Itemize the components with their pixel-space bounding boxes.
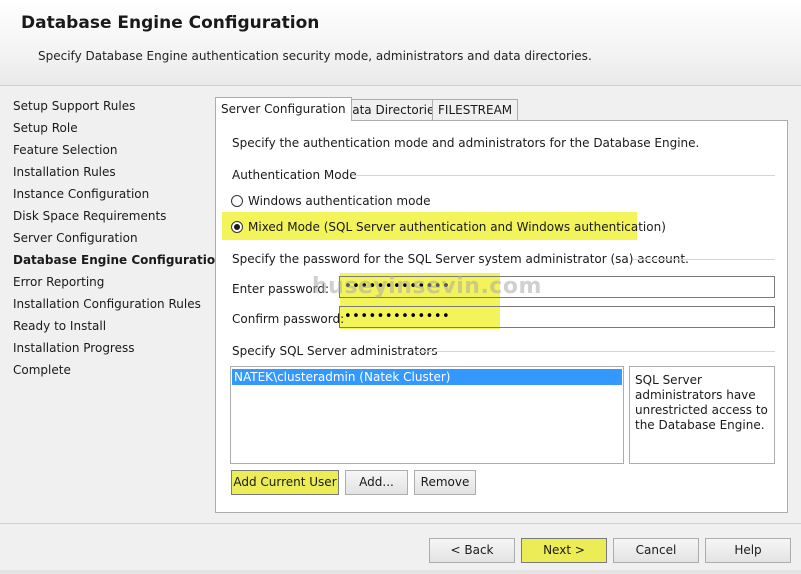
- nav-step-setup-role[interactable]: Setup Role: [13, 121, 78, 135]
- nav-step-ready-to-install[interactable]: Ready to Install: [13, 319, 106, 333]
- authentication-mode-group-label: Authentication Mode: [232, 168, 357, 182]
- administrators-list[interactable]: NATEK\clusteradmin (Natek Cluster): [230, 366, 624, 464]
- page-title: Database Engine Configuration: [21, 13, 320, 33]
- mixed-mode-radio[interactable]: [231, 221, 243, 233]
- cancel-button[interactable]: Cancel: [613, 538, 699, 563]
- confirm-password-label: Confirm password:: [232, 312, 345, 326]
- administrators-info-text: SQL Server administrators have unrestric…: [629, 366, 775, 464]
- tab-data-directories[interactable]: Data Directories: [337, 99, 447, 121]
- confirm-password-value: •••••••••••••: [344, 309, 451, 324]
- nav-step-server-configuration[interactable]: Server Configuration: [13, 231, 138, 245]
- next-button[interactable]: Next >: [521, 538, 607, 563]
- windows-auth-label[interactable]: Windows authentication mode: [248, 194, 430, 208]
- nav-step-installation-configuration-rules[interactable]: Installation Configuration Rules: [13, 297, 201, 311]
- nav-step-disk-space[interactable]: Disk Space Requirements: [13, 209, 166, 223]
- wizard-steps-nav: Setup Support Rules Setup Role Feature S…: [0, 87, 224, 523]
- window-bottom-edge: [0, 570, 801, 574]
- nav-step-installation-progress[interactable]: Installation Progress: [13, 341, 135, 355]
- nav-step-complete[interactable]: Complete: [13, 363, 71, 377]
- nav-step-installation-rules[interactable]: Installation Rules: [13, 165, 116, 179]
- nav-step-setup-support-rules[interactable]: Setup Support Rules: [13, 99, 135, 113]
- nav-step-feature-selection[interactable]: Feature Selection: [13, 143, 117, 157]
- nav-step-database-engine-configuration[interactable]: Database Engine Configuration: [13, 253, 224, 267]
- tab-filestream[interactable]: FILESTREAM: [432, 99, 519, 121]
- help-button[interactable]: Help: [705, 538, 791, 563]
- footer-divider: [0, 523, 801, 524]
- group-divider: [633, 259, 775, 260]
- add-current-user-button[interactable]: Add Current User: [231, 470, 339, 495]
- group-divider: [352, 175, 775, 176]
- panel-intro-text: Specify the authentication mode and admi…: [232, 136, 700, 150]
- page-header: Database Engine Configuration Specify Da…: [0, 0, 801, 86]
- group-divider: [415, 351, 775, 352]
- remove-button[interactable]: Remove: [414, 470, 476, 495]
- tab-server-configuration[interactable]: Server Configuration: [215, 97, 352, 121]
- list-item[interactable]: NATEK\clusteradmin (Natek Cluster): [232, 369, 622, 385]
- mixed-mode-label[interactable]: Mixed Mode (SQL Server authentication an…: [248, 220, 666, 234]
- watermark-text: huseyinsevin.com: [312, 274, 542, 299]
- sa-password-instructions: Specify the password for the SQL Server …: [232, 252, 689, 266]
- nav-step-error-reporting[interactable]: Error Reporting: [13, 275, 104, 289]
- nav-step-instance-configuration[interactable]: Instance Configuration: [13, 187, 149, 201]
- admins-group-label: Specify SQL Server administrators: [232, 344, 438, 358]
- windows-auth-radio[interactable]: [231, 195, 243, 207]
- add-button[interactable]: Add...: [345, 470, 408, 495]
- back-button[interactable]: < Back: [429, 538, 515, 563]
- page-subtitle: Specify Database Engine authentication s…: [38, 49, 592, 63]
